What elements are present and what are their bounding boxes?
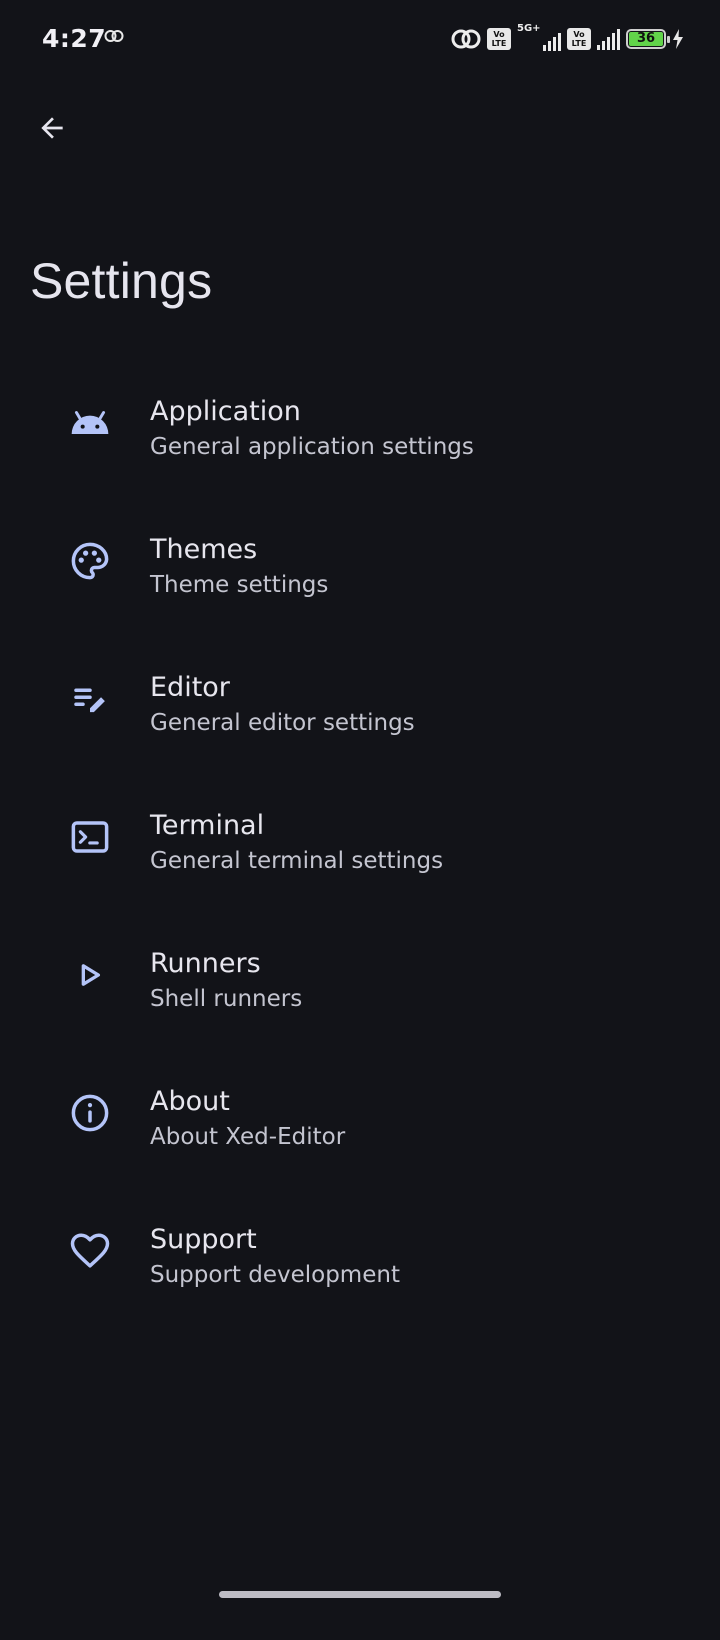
settings-item-terminal[interactable]: Terminal General terminal settings <box>0 786 720 924</box>
settings-item-title: Editor <box>150 672 230 703</box>
settings-item-support[interactable]: Support Support development <box>0 1200 720 1338</box>
settings-item-title: Themes <box>150 534 258 565</box>
settings-item-title: About <box>150 1086 230 1117</box>
battery-level: 36 <box>629 32 663 46</box>
charging-icon <box>673 29 683 49</box>
settings-item-subtitle: Theme settings <box>150 572 329 598</box>
palette-icon <box>66 537 114 585</box>
settings-item-themes[interactable]: Themes Theme settings <box>0 510 720 648</box>
volte-icon-2: Vo LTE <box>567 28 591 50</box>
status-time: 4:27 <box>42 24 107 53</box>
settings-item-runners[interactable]: Runners Shell runners <box>0 924 720 1062</box>
status-bar: 4:27 Vo LTE 5G+ Vo LTE 36 <box>0 0 720 80</box>
network-type-label: 5G+ <box>517 23 541 34</box>
page-title: Settings <box>30 253 213 309</box>
back-button[interactable] <box>24 100 80 156</box>
volte-icon: Vo LTE <box>487 28 511 50</box>
signal-icon: 5G+ <box>517 23 561 51</box>
heart-icon <box>66 1227 114 1275</box>
settings-item-editor[interactable]: Editor General editor settings <box>0 648 720 786</box>
edit-note-icon <box>66 675 114 723</box>
settings-item-title: Runners <box>150 948 261 979</box>
arrow-back-icon <box>41 117 63 139</box>
hotspot-icon <box>451 29 481 49</box>
settings-item-subtitle: Support development <box>150 1262 400 1288</box>
battery-icon: 36 <box>626 29 670 49</box>
android-icon <box>66 399 114 447</box>
settings-list: Application General application settings… <box>0 372 720 1338</box>
signal-icon-2 <box>597 28 620 50</box>
settings-item-subtitle: General editor settings <box>150 710 415 736</box>
settings-item-subtitle: Shell runners <box>150 986 303 1012</box>
info-icon <box>66 1089 114 1137</box>
settings-item-title: Application <box>150 396 301 427</box>
settings-item-application[interactable]: Application General application settings <box>0 372 720 510</box>
settings-item-about[interactable]: About About Xed-Editor <box>0 1062 720 1200</box>
settings-item-subtitle: General application settings <box>150 434 474 460</box>
status-icons: Vo LTE 5G+ Vo LTE 36 <box>451 23 684 52</box>
link-icon <box>104 30 124 42</box>
settings-item-subtitle: General terminal settings <box>150 848 444 874</box>
settings-item-title: Support <box>150 1224 257 1255</box>
settings-screen: 4:27 Vo LTE 5G+ Vo LTE 36 Settings Appli… <box>0 0 720 1640</box>
settings-item-title: Terminal <box>150 810 265 841</box>
settings-item-subtitle: About Xed-Editor <box>150 1124 346 1150</box>
terminal-icon <box>66 813 114 861</box>
play-icon <box>66 951 114 999</box>
home-indicator[interactable] <box>219 1591 501 1598</box>
